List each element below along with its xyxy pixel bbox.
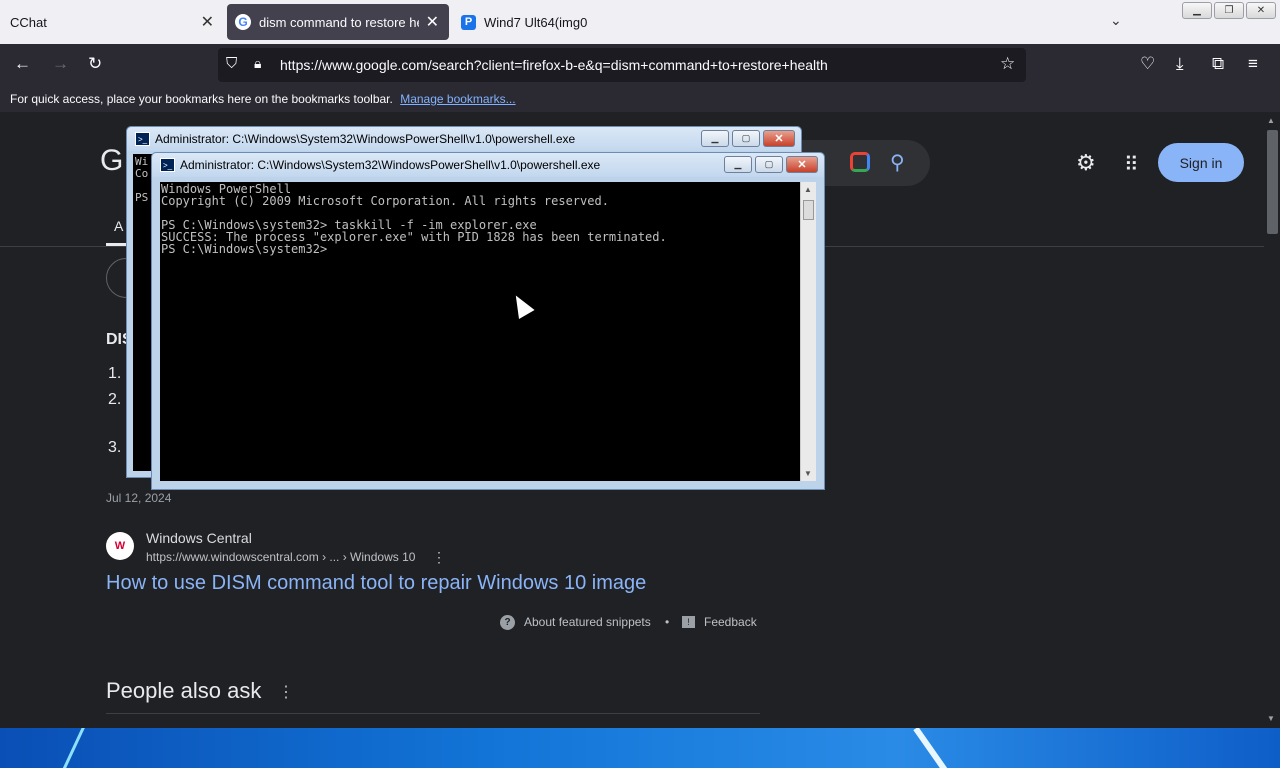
- url-text[interactable]: https://www.google.com/search?client=fir…: [280, 57, 828, 73]
- console-scrollbar[interactable]: ▲ ▼: [800, 182, 816, 481]
- lock-icon[interactable]: 🔒︎: [254, 55, 261, 72]
- snippet-list-item: 1.: [108, 365, 122, 382]
- close-tab-icon[interactable]: ✕: [426, 12, 439, 32]
- powershell-icon: >_: [135, 132, 150, 146]
- google-favicon-icon: G: [235, 14, 251, 30]
- shield-icon[interactable]: ⛉: [226, 55, 237, 72]
- manage-bookmarks-link[interactable]: Manage bookmarks...: [400, 92, 515, 106]
- forward-arrow-icon[interactable]: →: [52, 54, 69, 74]
- apps-grid-icon[interactable]: ⠿: [1124, 152, 1139, 177]
- bookmarks-hint: For quick access, place your bookmarks h…: [10, 92, 393, 106]
- tab-title: Wind7 Ult64(img0: [484, 14, 588, 30]
- tab-strip: CChat ✕ G dism command to restore health…: [0, 0, 1280, 44]
- wallpaper-streak: [913, 728, 953, 768]
- navigation-toolbar: ← → ↻ ⛉ 🔒︎ https://www.google.com/search…: [0, 44, 1280, 86]
- desktop-wallpaper: [0, 728, 1280, 768]
- page-scrollbar[interactable]: ▲ ▼: [1264, 112, 1280, 728]
- search-icon[interactable]: ⚲: [890, 150, 905, 175]
- minimize-button[interactable]: ▁: [1182, 2, 1212, 19]
- scroll-up-icon[interactable]: ▲: [1267, 116, 1275, 125]
- bookmarks-toolbar: For quick access, place your bookmarks h…: [0, 86, 1280, 112]
- tab-cchat[interactable]: CChat ✕: [0, 0, 224, 44]
- result-options-icon[interactable]: ⋮: [432, 549, 446, 566]
- window-title: Administrator: C:\Windows\System32\Windo…: [155, 132, 576, 146]
- window-controls: ▁ ❐ ✕: [1182, 2, 1276, 19]
- wallpaper-streak: [57, 728, 86, 768]
- bookmark-star-icon[interactable]: ☆: [1000, 54, 1015, 74]
- minimize-button[interactable]: ▁: [724, 156, 752, 173]
- powershell-icon: >_: [160, 158, 175, 172]
- separator-dot: •: [665, 615, 670, 629]
- feedback-link[interactable]: Feedback: [704, 615, 757, 629]
- console-output: Wi Co PS: [135, 156, 148, 204]
- pocket-icon[interactable]: ♡: [1140, 54, 1155, 74]
- tab-google-search[interactable]: G dism command to restore health ✕: [227, 4, 449, 40]
- scroll-down-icon[interactable]: ▼: [804, 469, 812, 478]
- minimize-button[interactable]: ▁: [701, 130, 729, 147]
- downloads-icon[interactable]: ⤓: [1176, 54, 1184, 74]
- result-title-link[interactable]: How to use DISM command tool to repair W…: [106, 572, 646, 595]
- maximize-button[interactable]: ▢: [732, 130, 760, 147]
- extensions-icon[interactable]: ⧉: [1212, 54, 1224, 74]
- feedback-icon[interactable]: !: [682, 616, 695, 628]
- close-tab-icon[interactable]: ✕: [201, 12, 214, 32]
- tab-title: dism command to restore health: [259, 14, 419, 30]
- snippet-list-item: 3.: [108, 439, 122, 456]
- help-icon[interactable]: ?: [500, 615, 515, 630]
- people-also-ask-options-icon[interactable]: ⋮: [278, 682, 294, 702]
- window-title: Administrator: C:\Windows\System32\Windo…: [180, 158, 601, 172]
- result-site-name[interactable]: Windows Central: [146, 530, 252, 546]
- window-titlebar[interactable]: >_ Administrator: C:\Windows\System32\Wi…: [152, 153, 824, 177]
- scrollbar-thumb[interactable]: [1267, 130, 1278, 234]
- about-featured-snippets-link[interactable]: About featured snippets: [524, 615, 651, 629]
- console-line: PS: [135, 191, 149, 204]
- close-button[interactable]: ✕: [763, 130, 795, 147]
- console-line: Copyright (C) 2009 Microsoft Corporation…: [161, 194, 609, 208]
- p-favicon-icon: P: [461, 14, 476, 30]
- menu-icon[interactable]: ≡: [1248, 54, 1258, 74]
- google-logo[interactable]: G: [100, 144, 123, 178]
- back-arrow-icon[interactable]: ←: [14, 54, 31, 74]
- windows-central-logo-icon: W: [106, 532, 134, 560]
- maximize-button[interactable]: ▢: [755, 156, 783, 173]
- console-prompt[interactable]: PS C:\Windows\system32>: [161, 243, 799, 255]
- tab-all[interactable]: A: [114, 218, 123, 234]
- settings-gear-icon[interactable]: ⚙: [1076, 150, 1096, 176]
- close-window-button[interactable]: ✕: [1246, 2, 1276, 19]
- address-bar[interactable]: ⛉ 🔒︎ https://www.google.com/search?clien…: [218, 48, 1026, 82]
- close-button[interactable]: ✕: [786, 156, 818, 173]
- window-titlebar[interactable]: >_ Administrator: C:\Windows\System32\Wi…: [127, 127, 801, 151]
- sign-in-button[interactable]: Sign in: [1158, 143, 1244, 182]
- powershell-window-front[interactable]: >_ Administrator: C:\Windows\System32\Wi…: [151, 152, 825, 490]
- reload-icon[interactable]: ↻: [88, 54, 102, 74]
- scroll-down-icon[interactable]: ▼: [1267, 714, 1275, 723]
- people-also-ask-heading: People also ask: [106, 678, 262, 703]
- snippet-list-item: 2.: [108, 391, 122, 408]
- snippet-date: Jul 12, 2024: [106, 491, 172, 505]
- google-lens-icon[interactable]: [850, 152, 870, 172]
- restore-button[interactable]: ❐: [1214, 2, 1244, 19]
- window-controls: ▁ ▢ ✕: [701, 130, 795, 147]
- people-also-ask-divider: [106, 713, 760, 714]
- tab-wind7[interactable]: P Wind7 Ult64(img0: [455, 0, 705, 44]
- console-area[interactable]: Windows PowerShell Copyright (C) 2009 Mi…: [160, 182, 800, 481]
- scrollbar-thumb[interactable]: [803, 200, 814, 220]
- console-line: Co: [135, 167, 149, 180]
- scroll-up-icon[interactable]: ▲: [804, 185, 812, 194]
- window-controls: ▁ ▢ ✕: [724, 156, 818, 173]
- list-tabs-chevron-icon[interactable]: ⌄: [1110, 12, 1122, 29]
- result-site-url[interactable]: https://www.windowscentral.com › ... › W…: [146, 550, 415, 564]
- tab-title: CChat: [10, 14, 47, 30]
